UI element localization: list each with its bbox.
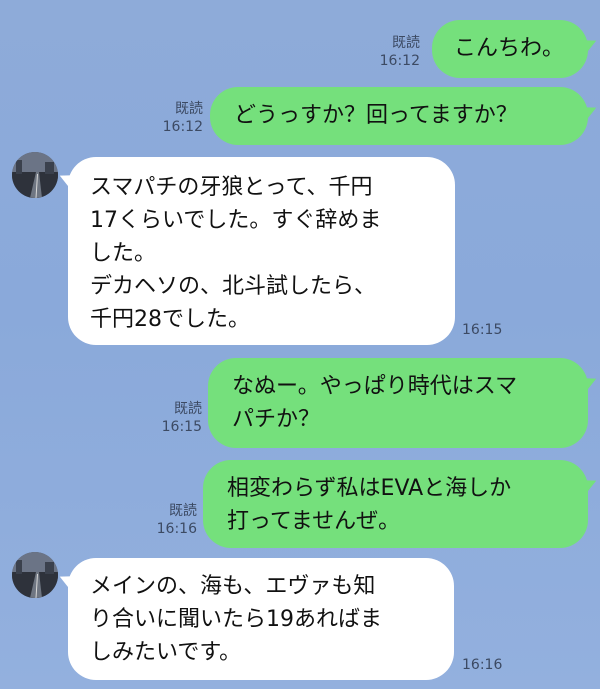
incoming-message-bubble[interactable]: メインの、海も、エヴァも知 り合いに聞いたら19あればま しみたいです。 (68, 558, 454, 680)
contact-avatar-image (12, 152, 58, 198)
outgoing-message-bubble[interactable]: 相変わらず私はEVAと海しか 打ってませんぜ。 (203, 460, 588, 548)
message-meta: 既読 16:12 (360, 34, 420, 70)
read-receipt: 既読 (175, 101, 203, 117)
read-receipt: 既読 (169, 503, 197, 519)
message-time: 16:12 (379, 53, 420, 69)
message-meta: 既読 16:15 (142, 400, 202, 436)
message-time: 16:12 (162, 119, 203, 135)
message-time: 16:15 (462, 322, 503, 338)
contact-avatar-image (12, 552, 58, 598)
message-meta: 既読 16:16 (137, 502, 197, 538)
message-time: 16:16 (462, 657, 503, 673)
outgoing-message-bubble[interactable]: どうっすか？回ってますか？ (210, 87, 588, 145)
outgoing-message-bubble[interactable]: こんちわ。 (432, 20, 588, 78)
read-receipt: 既読 (392, 35, 420, 51)
contact-avatar[interactable] (12, 152, 58, 198)
contact-avatar[interactable] (12, 552, 58, 598)
incoming-message-bubble[interactable]: スマパチの牙狼とって、千円 17くらいでした。すぐ辞めま した。 デカヘソの、北… (68, 157, 455, 345)
chat-view: 既読 16:12 こんちわ。 既読 16:12 どうっすか？回ってますか？ スマ… (0, 0, 600, 689)
message-time: 16:16 (156, 521, 197, 537)
message-meta: 既読 16:12 (143, 100, 203, 136)
message-time: 16:15 (161, 419, 202, 435)
outgoing-message-bubble[interactable]: なぬー。やっぱり時代はスマ パチか？ (208, 358, 588, 448)
read-receipt: 既読 (174, 401, 202, 417)
